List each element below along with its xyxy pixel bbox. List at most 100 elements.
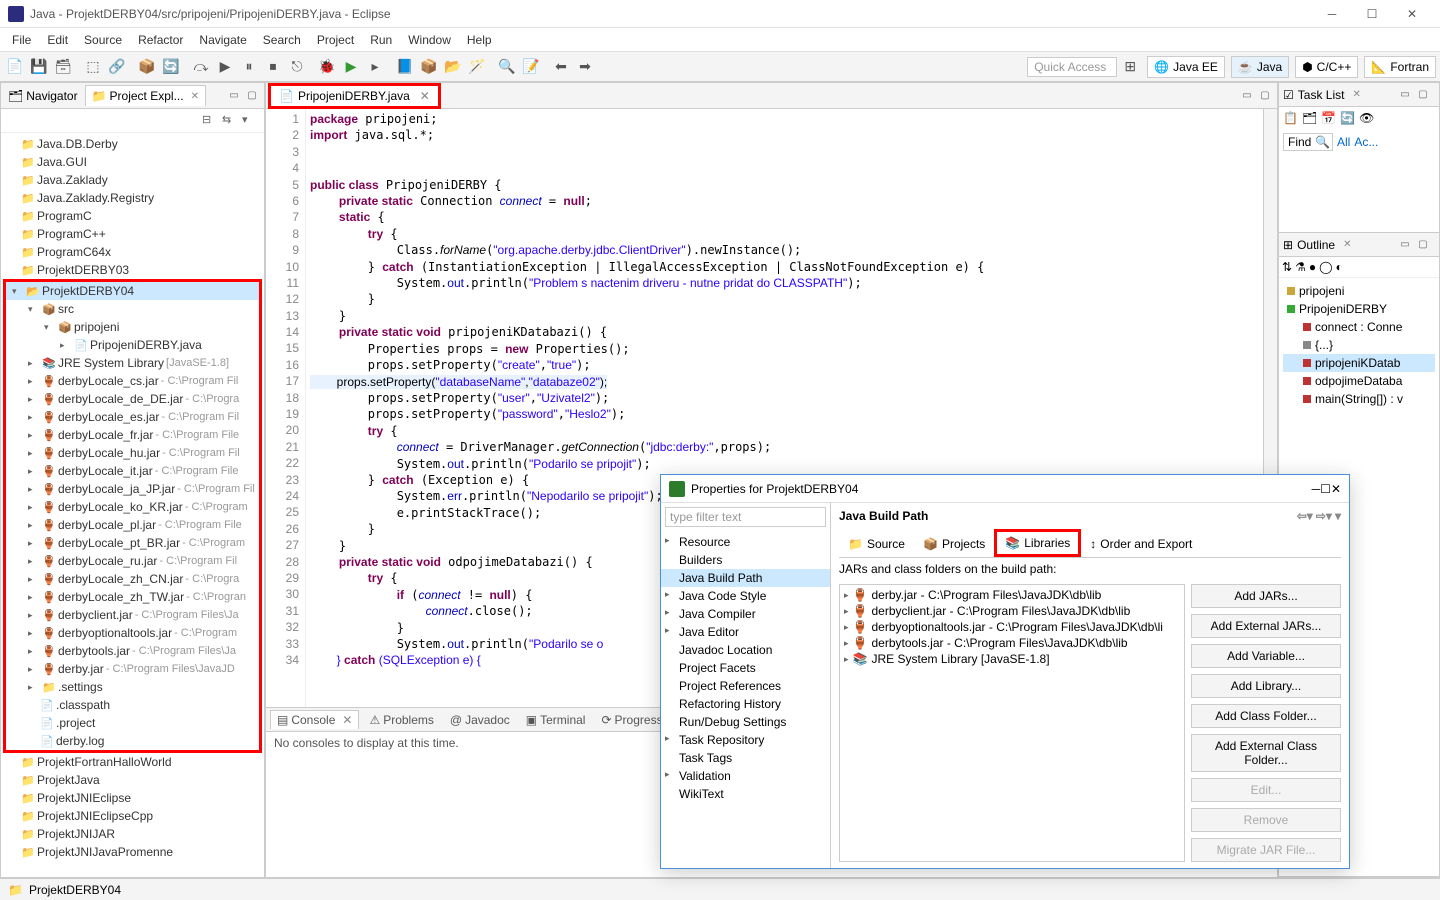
jar-item[interactable]: ▸🏺derbyoptionaltools.jar - C:\Program Fi… <box>842 619 1182 635</box>
build-icon[interactable]: 📦 <box>136 56 158 78</box>
jar-item[interactable]: ▸📚JRE System Library [JavaSE-1.8] <box>842 651 1182 667</box>
dialog-button[interactable]: Add Library... <box>1191 674 1341 698</box>
tree-jar-item[interactable]: ▸🏺derbyLocale_zh_CN.jar - C:\Progra <box>6 570 259 588</box>
menu-navigate[interactable]: Navigate <box>191 31 254 49</box>
chevron-right-icon[interactable]: ▸ <box>28 484 40 495</box>
chevron-right-icon[interactable]: ▸ <box>665 625 670 636</box>
minimize-view-icon[interactable]: ▭ <box>1397 87 1413 103</box>
chevron-right-icon[interactable]: ▸ <box>28 448 40 459</box>
tree-jar-item[interactable]: ▸🏺derbyLocale_pl.jar - C:\Program File <box>6 516 259 534</box>
close-icon[interactable]: ✕ <box>420 89 430 103</box>
line-gutter[interactable]: 1234567891011121314151617181920212223242… <box>266 109 306 707</box>
menu-window[interactable]: Window <box>400 31 459 49</box>
tree-jar-item[interactable]: ▸🏺derbyLocale_es.jar - C:\Program Fil <box>6 408 259 426</box>
task-hide-icon[interactable]: 👁 <box>1359 111 1374 125</box>
maximize-button[interactable]: ☐ <box>1352 0 1392 28</box>
category-item[interactable]: Builders <box>661 551 830 569</box>
chevron-right-icon[interactable]: ▸ <box>665 769 670 780</box>
tree-jar-item[interactable]: ▸🏺derbyLocale_fr.jar - C:\Program File <box>6 426 259 444</box>
category-item[interactable]: Refactoring History <box>661 695 830 713</box>
chevron-down-icon[interactable]: ▾ <box>28 304 40 315</box>
newpkg-icon[interactable]: 📦 <box>418 56 440 78</box>
dialog-button[interactable]: Add Variable... <box>1191 644 1341 668</box>
tree-jar-item[interactable]: ▸🏺derbyclient.jar - C:\Program Files\Ja <box>6 606 259 624</box>
chevron-right-icon[interactable]: ▸ <box>28 394 40 405</box>
tree-jar-item[interactable]: ▸🏺derbyLocale_cs.jar - C:\Program Fil <box>6 372 259 390</box>
category-item[interactable]: ▸Resource <box>661 533 830 551</box>
dialog-button[interactable]: Add JARs... <box>1191 584 1341 608</box>
tab-problems[interactable]: ⚠Problems <box>363 711 439 729</box>
outline-item[interactable]: {...} <box>1283 336 1435 354</box>
minimize-view-icon[interactable]: ▭ <box>1397 237 1413 253</box>
menu-help[interactable]: Help <box>459 31 500 49</box>
chevron-right-icon[interactable]: ▸ <box>28 664 40 675</box>
back-icon[interactable]: ⇦▾ <box>1297 509 1313 523</box>
chevron-right-icon[interactable]: ▸ <box>28 412 40 423</box>
chevron-right-icon[interactable]: ▸ <box>665 535 670 546</box>
pause-icon[interactable]: ⏸ <box>238 56 260 78</box>
category-item[interactable]: Javadoc Location <box>661 641 830 659</box>
category-item[interactable]: ▸Java Editor <box>661 623 830 641</box>
outline-item[interactable]: connect : Conne <box>1283 318 1435 336</box>
chevron-right-icon[interactable]: ▸ <box>844 638 849 649</box>
tree-jar-item[interactable]: ▸🏺derbyLocale_it.jar - C:\Program File <box>6 462 259 480</box>
tab-project-explorer[interactable]: 📁Project Expl...✕ <box>85 85 206 106</box>
chevron-right-icon[interactable]: ▸ <box>28 430 40 441</box>
close-button[interactable]: ✕ <box>1331 482 1341 496</box>
chevron-right-icon[interactable]: ▸ <box>28 358 40 369</box>
category-item[interactable]: ▸Java Compiler <box>661 605 830 623</box>
category-item[interactable]: ▸Validation <box>661 767 830 785</box>
tree-jar-item[interactable]: ▸🏺derbyLocale_de_DE.jar - C:\Progra <box>6 390 259 408</box>
skip-icon[interactable]: ⤼ <box>190 56 212 78</box>
back-icon[interactable]: ⬅ <box>550 56 572 78</box>
link-icon[interactable]: 🔗 <box>106 56 128 78</box>
menu-refactor[interactable]: Refactor <box>130 31 191 49</box>
maximize-view-icon[interactable]: ▢ <box>1415 237 1431 253</box>
filter-input[interactable]: type filter text <box>665 507 826 527</box>
editor-tab[interactable]: 📄PripojeniDERBY.java✕ <box>268 83 441 109</box>
chevron-right-icon[interactable]: ▸ <box>844 622 849 633</box>
dialog-button[interactable]: Add External Class Folder... <box>1191 734 1341 772</box>
tab-source[interactable]: 📁Source <box>839 529 914 557</box>
category-list[interactable]: ▸ResourceBuildersJava Build Path ▸Java Co… <box>661 531 830 868</box>
chevron-right-icon[interactable]: ▸ <box>28 574 40 585</box>
chevron-right-icon[interactable]: ▸ <box>844 606 849 617</box>
search-icon[interactable]: 🔍 <box>496 56 518 78</box>
tab-navigator[interactable]: 🗂Navigator <box>1 85 85 106</box>
annotation-icon[interactable]: 📝 <box>520 56 542 78</box>
wand-icon[interactable]: 🪄 <box>466 56 488 78</box>
jar-item[interactable]: ▸🏺derbytools.jar - C:\Program Files\Java… <box>842 635 1182 651</box>
quick-access[interactable]: Quick Access <box>1027 57 1117 77</box>
category-item[interactable]: Project References <box>661 677 830 695</box>
outline-item[interactable]: odpojimeDataba <box>1283 372 1435 390</box>
menu-run[interactable]: Run <box>362 31 400 49</box>
chevron-down-icon[interactable]: ▾ <box>44 322 56 333</box>
menu-file[interactable]: File <box>4 31 39 49</box>
chevron-right-icon[interactable]: ▸ <box>28 502 40 513</box>
category-item[interactable]: ▸Task Repository <box>661 731 830 749</box>
chevron-right-icon[interactable]: ▸ <box>28 592 40 603</box>
toggle-icon[interactable]: ⬚ <box>82 56 104 78</box>
chevron-right-icon[interactable]: ▸ <box>665 607 670 618</box>
category-item[interactable]: Java Build Path <box>661 569 830 587</box>
view-menu-icon[interactable]: ▾ <box>242 113 258 129</box>
outline-item[interactable]: PripojeniDERBY <box>1283 300 1435 318</box>
perspective-cpp[interactable]: ⬢C/C++ <box>1295 56 1358 78</box>
debug-icon[interactable]: 🐞 <box>316 56 338 78</box>
tree-jar-item[interactable]: ▸🏺derbytools.jar - C:\Program Files\Ja <box>6 642 259 660</box>
activate-link[interactable]: Ac... <box>1354 135 1378 149</box>
link-editor-icon[interactable]: ⇆ <box>222 113 238 129</box>
jar-list[interactable]: ▸🏺derby.jar - C:\Program Files\JavaJDK\d… <box>839 584 1185 862</box>
chevron-right-icon[interactable]: ▸ <box>28 466 40 477</box>
maximize-view-icon[interactable]: ▢ <box>244 88 260 104</box>
tab-order-export[interactable]: ↕Order and Export <box>1081 529 1201 557</box>
chevron-right-icon[interactable]: ▸ <box>28 556 40 567</box>
chevron-right-icon[interactable]: ▸ <box>28 682 40 693</box>
forward-icon[interactable]: ➡ <box>574 56 596 78</box>
close-icon[interactable]: ✕ <box>191 91 199 102</box>
chevron-right-icon[interactable]: ▸ <box>28 376 40 387</box>
perspective-java[interactable]: ☕Java <box>1231 56 1289 78</box>
tree-jar-item[interactable]: ▸🏺derbyLocale_zh_TW.jar - C:\Progran <box>6 588 259 606</box>
chevron-right-icon[interactable]: ▸ <box>28 628 40 639</box>
outline-tree[interactable]: pripojeniPripojeniDERBYconnect : Conne{.… <box>1279 278 1439 412</box>
